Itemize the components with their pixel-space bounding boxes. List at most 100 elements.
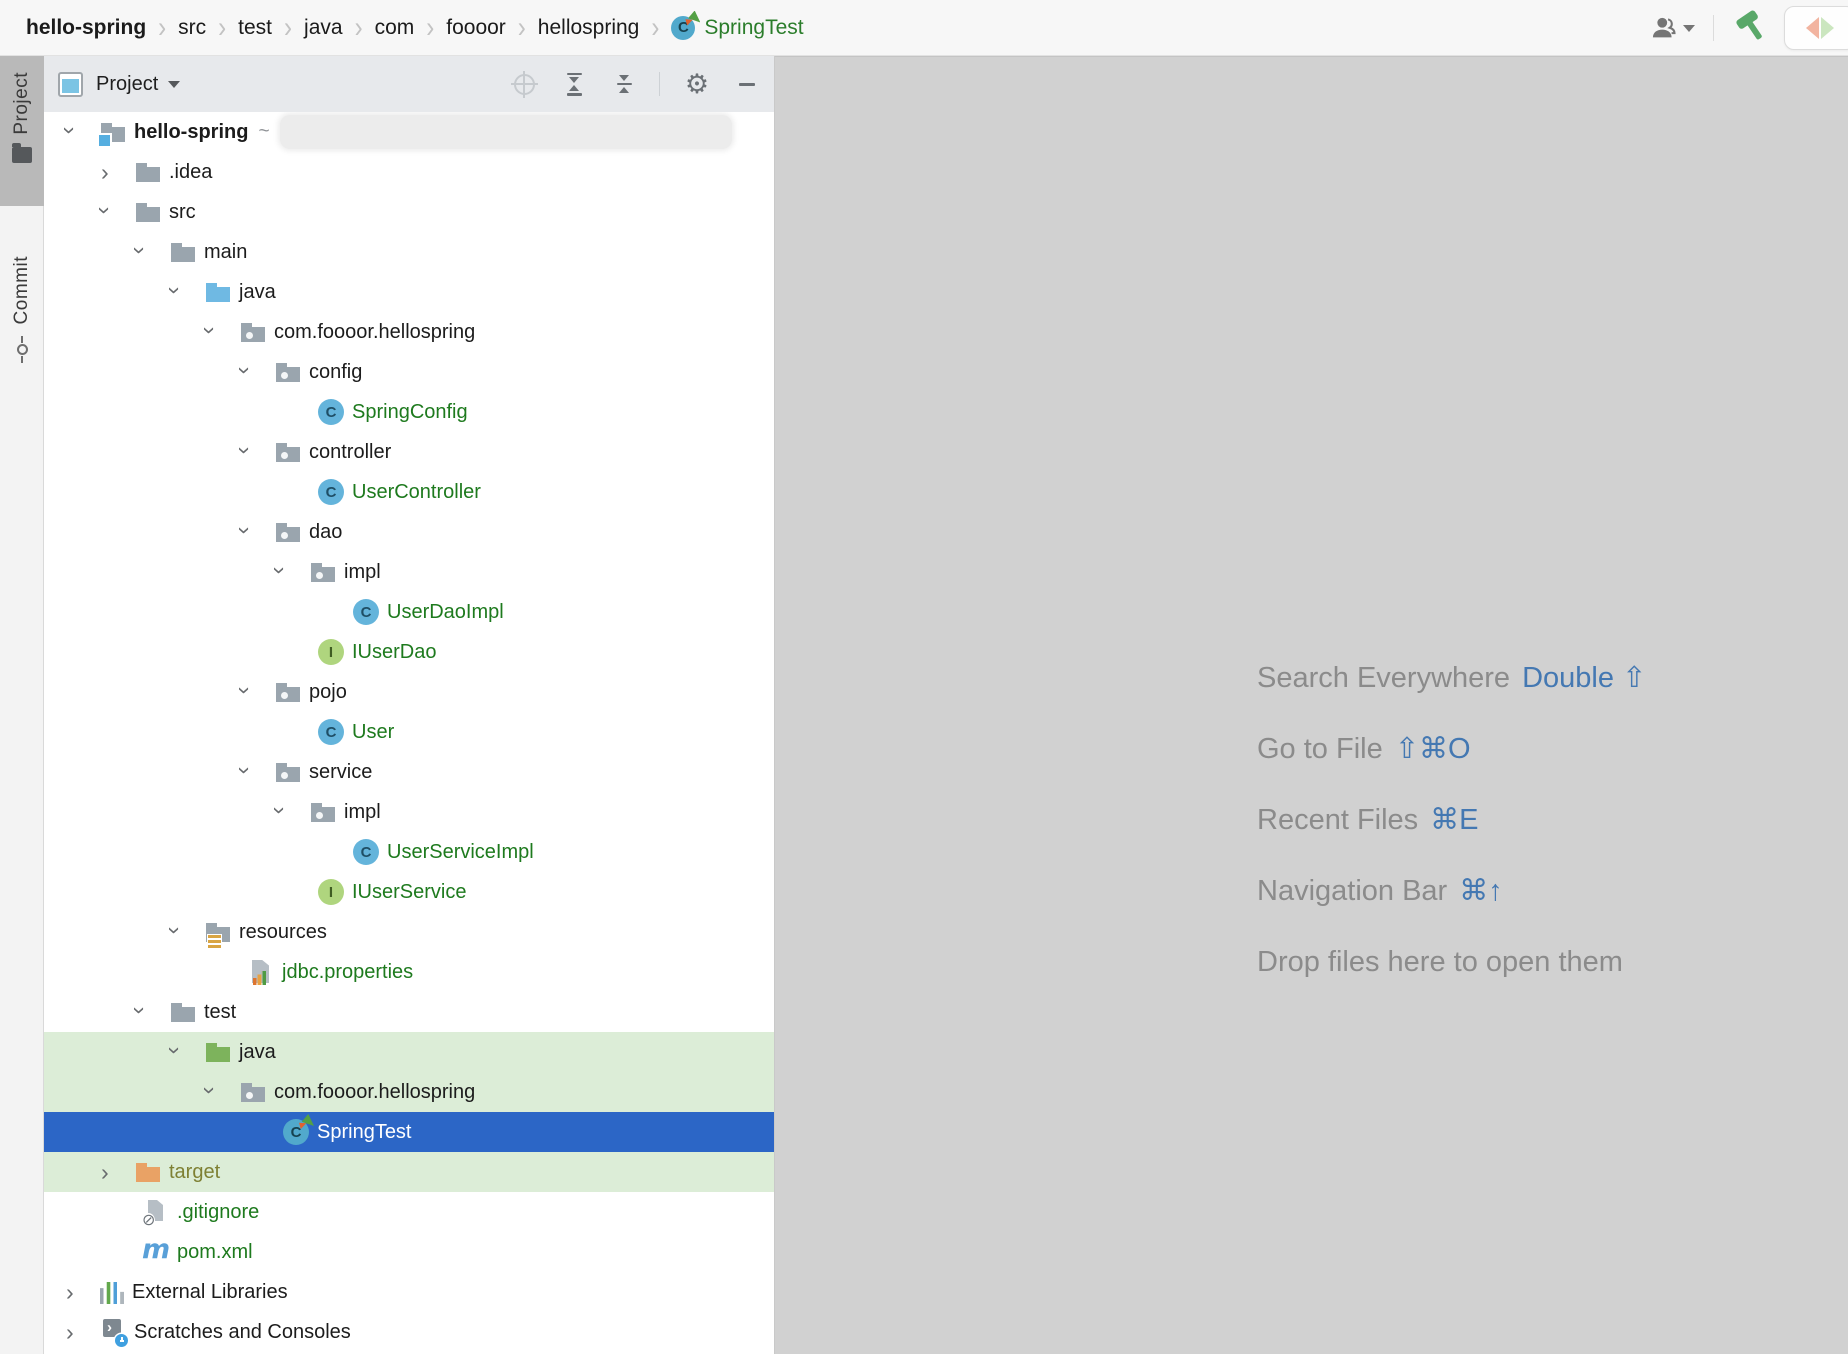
chevron-expanded-icon[interactable]: › — [133, 239, 170, 266]
chevron-expanded-icon[interactable]: › — [98, 199, 135, 226]
tree-row-jdbc-properties[interactable]: jdbc.properties — [44, 952, 774, 992]
tree-row-java[interactable]: ›java — [44, 1032, 774, 1072]
tree-row-dao[interactable]: ›dao — [44, 512, 774, 552]
folder-resources-icon — [205, 919, 231, 945]
tree-row-springconfig[interactable]: SpringConfig — [44, 392, 774, 432]
tree-row-userdaoimpl[interactable]: UserDaoImpl — [44, 592, 774, 632]
properties-icon — [248, 959, 274, 985]
tree-row-scratches-and-consoles[interactable]: ›Scratches and Consoles — [44, 1312, 774, 1352]
breadcrumb-item[interactable]: hellospring — [538, 16, 640, 40]
shortcut-hint: Search EverywhereDouble ⇧ — [1257, 658, 1646, 698]
tree-row-userserviceimpl[interactable]: UserServiceImpl — [44, 832, 774, 872]
interface-icon — [318, 639, 344, 665]
tree-row-label: impl — [344, 561, 381, 584]
sidebar-item-commit[interactable]: Commit — [0, 246, 44, 406]
libraries-icon — [100, 1282, 124, 1304]
project-path-prefix: ~ — [258, 121, 269, 143]
breadcrumb-label: foooor — [446, 16, 506, 40]
tree-row-label: UserDaoImpl — [387, 601, 504, 624]
chevron-expanded-icon[interactable]: › — [238, 359, 275, 386]
tree-row-external-libraries[interactable]: ›External Libraries — [44, 1272, 774, 1312]
breadcrumb-item[interactable]: foooor — [446, 16, 506, 40]
hide-panel-button[interactable] — [734, 71, 760, 97]
collapse-all-button[interactable] — [611, 71, 637, 97]
tree-row-com-foooor-hellospring[interactable]: ›com.foooor.hellospring — [44, 1072, 774, 1112]
class-icon — [353, 839, 379, 865]
chevron-down-icon[interactable] — [168, 81, 180, 88]
chevron-expanded-icon[interactable]: › — [168, 279, 205, 306]
sidebar-item-project[interactable]: Project — [0, 56, 44, 206]
tree-row-main[interactable]: ›main — [44, 232, 774, 272]
tree-row-hello-spring[interactable]: ›hello-spring~ — [44, 112, 774, 152]
run-marker-icon — [299, 1114, 314, 1129]
tree-row--gitignore[interactable]: .gitignore — [44, 1192, 774, 1232]
build-project-button[interactable] — [1730, 9, 1768, 47]
breadcrumb-item[interactable]: com — [375, 16, 415, 40]
chevron-collapsed-icon[interactable]: › — [63, 1279, 100, 1306]
tree-row-iuserservice[interactable]: IUserService — [44, 872, 774, 912]
chevron-expanded-icon[interactable]: › — [273, 799, 310, 826]
tree-row-pom-xml[interactable]: pom.xml — [44, 1232, 774, 1272]
tree-row-impl[interactable]: › impl — [44, 792, 774, 832]
chevron-expanded-icon[interactable]: › — [273, 559, 310, 586]
shortcut-hint-keys: ⇧⌘O — [1395, 733, 1471, 765]
tree-row-springtest[interactable]: SpringTest — [44, 1112, 774, 1152]
shortcut-hint-label: Go to File — [1257, 733, 1383, 765]
chevron-expanded-icon[interactable]: › — [238, 759, 275, 786]
expand-all-button[interactable] — [561, 71, 587, 97]
breadcrumb-item[interactable]: hello-spring — [26, 16, 146, 40]
breadcrumb-item[interactable]: java — [304, 16, 343, 40]
tree-row-usercontroller[interactable]: UserController — [44, 472, 774, 512]
breadcrumb-item[interactable]: test — [238, 16, 272, 40]
tree-row-impl[interactable]: › impl — [44, 552, 774, 592]
panel-title: Project — [96, 73, 158, 96]
breadcrumb-item[interactable]: src — [178, 16, 206, 40]
left-triangle-icon — [1806, 17, 1819, 39]
screen-split-toggle-button[interactable] — [1784, 6, 1848, 50]
tree-row-label: java — [239, 281, 276, 304]
project-tab-label: Project — [11, 72, 33, 135]
tree-row--idea[interactable]: ›.idea — [44, 152, 774, 192]
chevron-collapsed-icon[interactable]: › — [63, 1319, 100, 1346]
panel-options-button[interactable]: ⚙ — [684, 71, 710, 97]
breadcrumb-separator: › — [651, 10, 659, 45]
tree-row-label: IUserDao — [352, 641, 436, 664]
tree-row-pojo[interactable]: › pojo — [44, 672, 774, 712]
chevron-expanded-icon[interactable]: › — [133, 999, 170, 1026]
package-icon — [310, 799, 336, 825]
tree-row-target[interactable]: ›target — [44, 1152, 774, 1192]
tree-row-config[interactable]: ›config — [44, 352, 774, 392]
tree-row-test[interactable]: ›test — [44, 992, 774, 1032]
project-tool-window: Project ⚙ ›hello — [44, 56, 775, 1354]
tree-row-label: pojo — [309, 681, 347, 704]
tree-row-src[interactable]: › src — [44, 192, 774, 232]
expand-all-icon — [567, 73, 582, 96]
tree-row-service[interactable]: ›service — [44, 752, 774, 792]
tree-row-label: impl — [344, 801, 381, 824]
chevron-expanded-icon[interactable]: › — [203, 319, 240, 346]
tree-row-iuserdao[interactable]: IUserDao — [44, 632, 774, 672]
chevron-collapsed-icon[interactable]: › — [98, 1159, 135, 1186]
chevron-expanded-icon[interactable]: › — [238, 439, 275, 466]
chevron-expanded-icon[interactable]: › — [238, 519, 275, 546]
tree-row-controller[interactable]: ›controller — [44, 432, 774, 472]
breadcrumb-label: src — [178, 16, 206, 40]
interface-icon — [318, 879, 344, 905]
breadcrumb-item[interactable]: SpringTest — [671, 16, 803, 40]
chevron-expanded-icon[interactable]: › — [168, 1039, 205, 1066]
select-opened-file-button[interactable] — [511, 71, 537, 97]
chevron-expanded-icon[interactable]: › — [238, 679, 275, 706]
chevron-expanded-icon[interactable]: › — [203, 1079, 240, 1106]
chevron-expanded-icon[interactable]: › — [168, 919, 205, 946]
tree-row-com-foooor-hellospring[interactable]: ›com.foooor.hellospring — [44, 312, 774, 352]
tree-row-java[interactable]: › java — [44, 272, 774, 312]
chevron-collapsed-icon[interactable]: › — [98, 159, 135, 186]
chevron-expanded-icon[interactable]: › — [63, 119, 100, 146]
tree-row-user[interactable]: User — [44, 712, 774, 752]
user-menu-button[interactable] — [1650, 14, 1695, 42]
project-folder-icon — [12, 147, 32, 163]
tree-row-label: src — [169, 201, 196, 224]
package-icon — [275, 439, 301, 465]
shortcut-hint: Drop files here to open them — [1257, 942, 1646, 982]
tree-row-resources[interactable]: ›resources — [44, 912, 774, 952]
